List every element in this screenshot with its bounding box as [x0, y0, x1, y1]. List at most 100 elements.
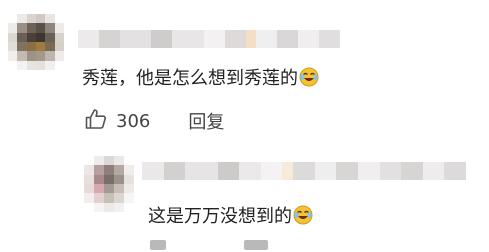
mosaic-cell — [104, 165, 114, 175]
comment-thread: 秀莲，他是怎么想到秀莲的 306 回复 这是万万没想到的 — [0, 0, 489, 250]
like-count: 306 — [116, 110, 151, 132]
mosaic-segment — [422, 162, 445, 180]
mosaic-segment — [444, 162, 466, 180]
mosaic-segment — [277, 30, 299, 48]
mosaic-cell — [35, 41, 46, 52]
laughing-crying-icon — [293, 205, 313, 231]
mosaic-segment — [203, 30, 225, 48]
mosaic-cell — [114, 165, 124, 175]
mosaic-cell — [94, 193, 104, 203]
mosaic-cell — [124, 193, 134, 203]
mosaic-cell — [114, 156, 124, 166]
mosaic-cell — [124, 156, 134, 166]
mosaic-segment — [282, 162, 294, 180]
mosaic-cell — [124, 202, 134, 212]
mosaic-cell — [54, 23, 64, 33]
mosaic-cell — [94, 174, 104, 184]
mosaic-segment — [98, 30, 120, 48]
mosaic-cell — [84, 183, 94, 194]
mosaic-cell — [26, 32, 36, 42]
mosaic-cell — [114, 193, 124, 203]
reply-avatar[interactable] — [84, 156, 134, 212]
mosaic-segment — [260, 162, 283, 180]
mosaic-cell — [26, 41, 36, 52]
mosaic-cell — [84, 165, 94, 175]
mosaic-cell — [114, 202, 124, 212]
thumbs-up-icon — [84, 107, 108, 135]
mosaic-segment — [239, 162, 261, 180]
mosaic-segment — [401, 162, 423, 180]
mosaic-cell — [17, 60, 27, 70]
mosaic-cell — [114, 183, 124, 194]
mosaic-cell — [45, 41, 55, 52]
mosaic-cell — [8, 60, 18, 70]
mosaic-cell — [104, 174, 114, 184]
mosaic-cell — [8, 32, 18, 42]
username-obscured[interactable] — [78, 30, 340, 48]
mosaic-cell — [8, 41, 18, 52]
mosaic-cell — [54, 41, 64, 52]
mosaic-cell — [35, 60, 46, 70]
mosaic-segment — [336, 162, 358, 180]
mosaic-segment — [172, 30, 204, 48]
mosaic-cell — [17, 23, 27, 33]
mosaic-cell — [17, 41, 27, 52]
mosaic-cell — [45, 23, 55, 33]
mosaic-segment — [379, 162, 402, 180]
mosaic-segment — [142, 162, 164, 180]
mosaic-segment — [151, 30, 173, 48]
mosaic-cell — [45, 32, 55, 42]
reply-username-obscured[interactable] — [142, 162, 466, 180]
comment-actions: 306 回复 — [84, 108, 224, 134]
mosaic-segment — [318, 30, 340, 48]
mosaic-cell — [26, 23, 36, 33]
mosaic-segment — [224, 30, 246, 48]
mosaic-cell — [26, 60, 36, 70]
mosaic-cell — [26, 14, 36, 24]
mosaic-cell — [94, 165, 104, 175]
mosaic-segment — [245, 30, 257, 48]
mosaic-cell — [54, 14, 64, 24]
mosaic-cell — [35, 23, 46, 33]
mosaic-segment — [119, 30, 152, 48]
mosaic-cell — [124, 165, 134, 175]
mosaic-cell — [104, 156, 114, 166]
mosaic-cell — [35, 32, 46, 42]
mosaic-cell — [17, 51, 27, 61]
mosaic-cell — [26, 51, 36, 61]
mosaic-cell — [104, 183, 114, 194]
mosaic-segment — [217, 162, 240, 180]
mosaic-cell — [8, 23, 18, 33]
reply-button[interactable]: 回复 — [188, 108, 224, 134]
like-button[interactable]: 306 — [84, 107, 150, 135]
comment-text: 秀莲，他是怎么想到秀莲的 — [82, 67, 319, 93]
mosaic-cell — [17, 14, 27, 24]
mosaic-cell — [35, 14, 46, 24]
mosaic-cell — [45, 60, 55, 70]
avatar[interactable] — [8, 14, 64, 70]
mosaic-cell — [54, 51, 64, 61]
mosaic-segment — [293, 162, 315, 180]
mosaic-cell — [54, 60, 64, 70]
mosaic-segment — [185, 162, 218, 180]
mosaic-cell — [104, 202, 114, 212]
mosaic-cell — [54, 32, 64, 42]
mosaic-cell — [104, 193, 114, 203]
comment-body: 秀莲，他是怎么想到秀莲的 — [82, 68, 298, 89]
mosaic-cell — [84, 202, 94, 212]
mosaic-cell — [45, 51, 55, 61]
mosaic-cell — [114, 174, 124, 184]
mosaic-cell — [35, 51, 46, 61]
mosaic-cell — [94, 202, 104, 212]
mosaic-cell — [17, 32, 27, 42]
mosaic-cell — [84, 156, 94, 166]
mosaic-cell — [45, 14, 55, 24]
mosaic-cell — [84, 193, 94, 203]
reply-text: 这是万万没想到的 — [148, 205, 313, 231]
mosaic-cell — [124, 183, 134, 194]
mosaic-segment — [314, 162, 337, 180]
mosaic-cell — [94, 183, 104, 194]
mosaic-segment — [163, 162, 186, 180]
laughing-crying-icon — [299, 67, 319, 93]
mosaic-cell — [8, 51, 18, 61]
